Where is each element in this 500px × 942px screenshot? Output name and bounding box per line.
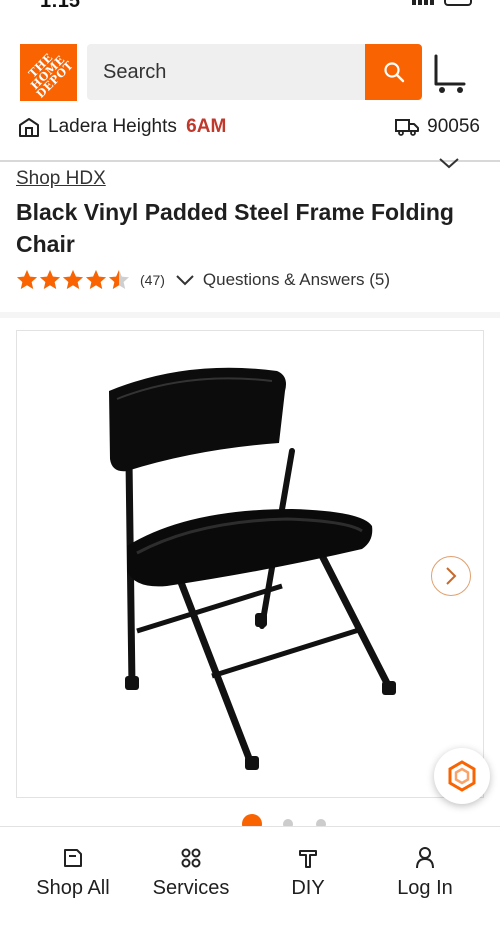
store-selector[interactable]: Ladera Heights 6AM (18, 116, 226, 138)
nav-diy[interactable]: DIY (250, 845, 366, 900)
hammer-icon (299, 850, 317, 868)
delivery-zip: 90056 (427, 116, 480, 137)
product-image-frame[interactable] (16, 330, 484, 798)
hexagon-icon (448, 760, 476, 792)
next-image-button[interactable] (431, 556, 471, 596)
star-icon (17, 270, 37, 289)
nav-shop-all[interactable]: Shop All (15, 845, 131, 900)
store-name: Ladera Heights (48, 116, 177, 137)
nav-label: DIY (291, 877, 325, 899)
battery-icon (444, 0, 472, 6)
bottom-nav: Shop All Services DIY Log In (0, 826, 500, 942)
logo-text: THE HOME DEPOT (26, 50, 77, 101)
rating-row: (47) Questions & Answers (5) (16, 268, 390, 292)
store-open-time: 6AM (186, 116, 227, 137)
star-icon (109, 270, 129, 289)
star-icon (40, 270, 60, 289)
questions-answers-link[interactable]: Questions & Answers (5) (203, 270, 390, 290)
location-bar: Ladera Heights 6AM 90056 (0, 116, 500, 148)
delivery-zip-selector[interactable]: 90056 (395, 116, 480, 138)
search-bar[interactable] (87, 44, 365, 100)
product-title: Black Vinyl Padded Steel Frame Folding C… (16, 199, 454, 257)
search-button[interactable] (365, 44, 422, 100)
star-icon (63, 270, 83, 289)
chat-assistant-button[interactable] (434, 748, 490, 804)
rating-stars[interactable] (16, 269, 130, 291)
store-icon (19, 118, 39, 137)
search-icon (383, 62, 404, 83)
pagination-dot[interactable] (242, 814, 262, 826)
user-icon (416, 847, 434, 869)
pagination-dot[interactable] (283, 819, 293, 826)
nav-services[interactable]: Services (133, 845, 249, 900)
truck-icon (395, 119, 420, 136)
review-count[interactable]: (47) (140, 272, 165, 288)
grid-icon (181, 848, 201, 868)
status-time: 1:15 (40, 0, 81, 12)
nav-label: Shop All (36, 877, 110, 899)
image-pagination (0, 814, 500, 826)
nav-log-in[interactable]: Log In (367, 845, 483, 900)
section-separator (0, 312, 500, 318)
nav-label: Log In (397, 877, 453, 899)
search-input[interactable] (87, 44, 365, 100)
pagination-dot[interactable] (316, 819, 326, 826)
status-bar: 1:15 (0, 0, 500, 14)
folding-chair-image (109, 367, 396, 770)
cart-icon[interactable] (432, 54, 468, 94)
catalog-icon (64, 849, 82, 867)
star-icon (86, 270, 106, 289)
home-depot-logo[interactable]: THE HOME DEPOT (20, 44, 77, 101)
signal-icon (412, 0, 434, 5)
brand-link[interactable]: Shop HDX (16, 168, 106, 190)
nav-label: Services (152, 877, 230, 899)
chevron-down-icon[interactable] (438, 156, 460, 170)
header: THE HOME DEPOT (0, 42, 500, 102)
divider (0, 160, 500, 162)
chevron-down-icon[interactable] (175, 274, 195, 286)
chevron-right-icon (446, 567, 457, 585)
